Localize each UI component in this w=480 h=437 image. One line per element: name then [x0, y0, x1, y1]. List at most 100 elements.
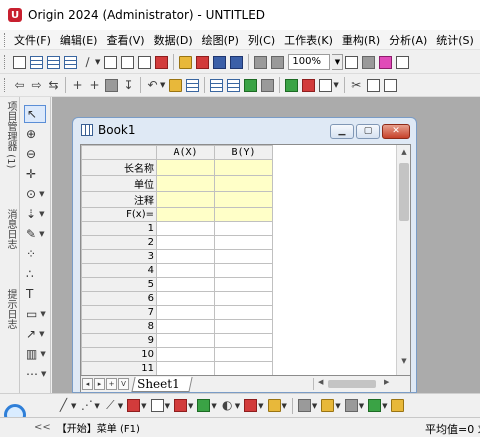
back-arrow-icon[interactable]: ⇦	[13, 78, 26, 92]
add-plot-icon[interactable]	[285, 78, 299, 92]
copy-page-icon[interactable]	[362, 55, 376, 69]
save-icon[interactable]	[213, 55, 227, 69]
cell[interactable]	[156, 347, 215, 362]
tab-sheet1[interactable]: Sheet1	[131, 376, 193, 392]
scatter-icon[interactable]: ∴	[24, 265, 46, 283]
cell[interactable]	[214, 319, 273, 334]
maximize-button[interactable]: ▢	[356, 124, 380, 139]
copy-icon[interactable]	[366, 78, 380, 92]
save-template-icon[interactable]	[230, 55, 244, 69]
minimize-button[interactable]: ▁	[330, 124, 354, 139]
command-window-icon[interactable]	[396, 55, 410, 69]
chevron-down-icon[interactable]: ▼	[335, 402, 340, 410]
worksheet-grid[interactable]: A(X) B(Y) 长名称 单位 注释 F(x)= 1 2 3 4 5 6 7 …	[80, 144, 411, 376]
row-number[interactable]: 7	[81, 305, 157, 320]
column-x-icon[interactable]	[169, 78, 183, 92]
cell[interactable]	[214, 347, 273, 362]
open-folder-icon[interactable]	[179, 55, 193, 69]
cell[interactable]	[156, 221, 215, 236]
stats-icon[interactable]	[244, 78, 258, 92]
area-plot-icon[interactable]	[197, 399, 211, 412]
sheet-next-button[interactable]: ▸	[94, 378, 105, 390]
chevron-down-icon[interactable]: ▼	[333, 81, 338, 89]
cell[interactable]	[156, 235, 215, 250]
row-label-long-name[interactable]: 长名称	[81, 159, 157, 176]
close-button[interactable]: ✕	[382, 124, 410, 139]
add-sheet-button[interactable]: +	[106, 378, 117, 390]
more-tools-icon[interactable]: ⋯ ▼	[24, 365, 46, 383]
cell[interactable]	[214, 277, 273, 292]
menu-worksheet[interactable]: 工作表(K)	[281, 32, 339, 48]
cell[interactable]	[214, 175, 273, 192]
scroll-down-icon[interactable]: ▼	[397, 357, 410, 367]
cell[interactable]	[156, 175, 215, 192]
cell[interactable]	[156, 191, 215, 208]
more-plots-icon[interactable]	[391, 399, 405, 412]
forward-arrow-icon[interactable]: ⇨	[30, 78, 43, 92]
new-workbook-icon[interactable]	[30, 55, 43, 69]
row-number[interactable]: 5	[81, 277, 157, 292]
menu-file[interactable]: 文件(F)	[11, 32, 57, 48]
chevron-down-icon[interactable]: ▼	[71, 402, 76, 410]
book1-window[interactable]: Book1 ▁ ▢ ✕ A(X) B(Y) 长名称 单位 注释 F(x)= 1 …	[72, 117, 417, 393]
filter-icon[interactable]	[261, 78, 275, 92]
scroll-left-icon[interactable]: ◀	[318, 378, 323, 386]
row-number[interactable]: 1	[81, 221, 157, 236]
sort-desc-icon[interactable]	[227, 78, 241, 92]
data-reader-icon[interactable]: ✛	[24, 165, 46, 183]
chevron-down-icon[interactable]: ▼	[165, 402, 170, 410]
contour-icon[interactable]	[344, 399, 358, 412]
code-builder-icon[interactable]	[379, 55, 393, 69]
import-icon[interactable]	[271, 55, 285, 69]
row-number[interactable]: 8	[81, 319, 157, 334]
row-label-formula[interactable]: F(x)=	[81, 207, 157, 222]
scatter-plot-icon[interactable]: ⋰	[80, 399, 93, 412]
menu-analysis[interactable]: 分析(A)	[386, 32, 433, 48]
add-row-icon[interactable]: +	[88, 78, 101, 92]
swap-arrow-icon[interactable]: ⇆	[47, 78, 60, 92]
cell[interactable]	[156, 207, 215, 222]
row-label-units[interactable]: 单位	[81, 175, 157, 192]
cell[interactable]	[156, 319, 215, 334]
chevron-down-icon[interactable]: ▼	[382, 402, 387, 410]
cell[interactable]	[156, 291, 215, 306]
new-matrix-icon[interactable]	[64, 55, 77, 69]
toolbar-grip[interactable]	[4, 78, 7, 92]
cell[interactable]	[214, 159, 273, 176]
new-layout-icon[interactable]	[121, 55, 135, 69]
tab-hints-log[interactable]: 提示日志	[3, 289, 17, 329]
column-plot-icon[interactable]	[127, 399, 141, 412]
sort-icon[interactable]	[210, 78, 224, 92]
3d-plot-icon[interactable]	[297, 399, 311, 412]
row-number[interactable]: 11	[81, 361, 157, 375]
rectangle-icon[interactable]: ▭ ▼	[24, 305, 46, 323]
heatmap-icon[interactable]	[368, 399, 382, 412]
chevron-down-icon[interactable]: ▼	[95, 58, 100, 66]
cell[interactable]	[214, 263, 273, 278]
3d-surface-icon[interactable]	[321, 399, 335, 412]
cell[interactable]	[214, 249, 273, 264]
cell[interactable]	[214, 305, 273, 320]
chevron-down-icon[interactable]: ▼	[235, 402, 240, 410]
draw-data-icon[interactable]: ✎ ▼	[24, 225, 46, 243]
chevron-down-icon[interactable]: ▼	[211, 402, 216, 410]
cell[interactable]	[214, 291, 273, 306]
cell[interactable]	[214, 235, 273, 250]
select-all-corner[interactable]	[81, 145, 157, 160]
toolbar-grip[interactable]	[4, 55, 7, 69]
chevron-down-icon[interactable]: ▼	[359, 402, 364, 410]
cell[interactable]	[156, 305, 215, 320]
menu-data[interactable]: 数据(D)	[151, 32, 199, 48]
new-sheet-icon[interactable]	[47, 55, 60, 69]
status-collapse-icon[interactable]: <<	[34, 422, 51, 433]
add-column-icon[interactable]: +	[71, 78, 84, 92]
zoom-input[interactable]: 100%	[288, 54, 331, 70]
menu-view[interactable]: 查看(V)	[103, 32, 150, 48]
cell[interactable]	[156, 263, 215, 278]
line-plot-icon[interactable]: ╱	[57, 399, 70, 412]
vertical-scrollbar[interactable]: ▲ ▼	[396, 145, 410, 375]
recalculate-icon[interactable]	[254, 55, 268, 69]
column-header-a[interactable]: A(X)	[156, 145, 215, 160]
horizontal-scroll-thumb[interactable]	[328, 380, 376, 388]
row-number[interactable]: 4	[81, 263, 157, 278]
